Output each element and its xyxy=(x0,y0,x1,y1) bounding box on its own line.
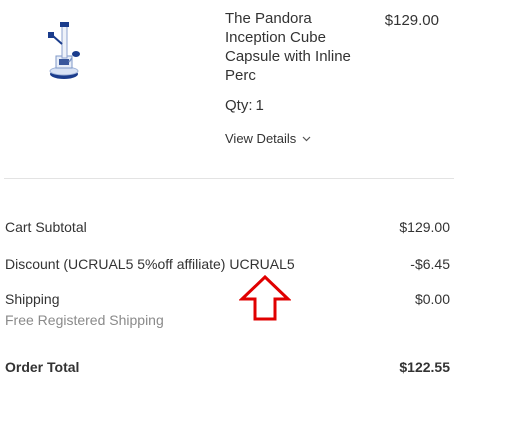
chevron-down-icon xyxy=(302,136,311,141)
order-total-value: $122.55 xyxy=(399,359,450,375)
view-details-toggle[interactable]: View Details xyxy=(225,131,311,146)
product-name[interactable]: The Pandora Inception Cube Capsule with … xyxy=(225,9,365,85)
order-total-label: Order Total xyxy=(5,359,80,375)
view-details-label: View Details xyxy=(225,131,297,146)
shipping-value: $0.00 xyxy=(414,291,450,307)
product-qty: Qty: 1 xyxy=(225,97,264,114)
shipping-method: Free Registered Shipping xyxy=(5,312,164,328)
product-thumbnail-graphic xyxy=(48,22,80,79)
qty-label: Qty: xyxy=(225,97,253,114)
subtotal-label: Cart Subtotal xyxy=(5,219,87,235)
product-image[interactable] xyxy=(40,14,90,84)
shipping-label: Shipping xyxy=(5,291,60,307)
discount-value: -$6.45 xyxy=(410,256,450,272)
subtotal-value: $129.00 xyxy=(399,219,450,235)
arrow-up-icon xyxy=(239,275,291,321)
discount-label: Discount (UCRUAL5 5%off affiliate) UCRUA… xyxy=(5,256,295,272)
qty-value: 1 xyxy=(255,97,264,114)
product-price: $129.00 xyxy=(384,12,439,29)
divider xyxy=(4,178,454,179)
